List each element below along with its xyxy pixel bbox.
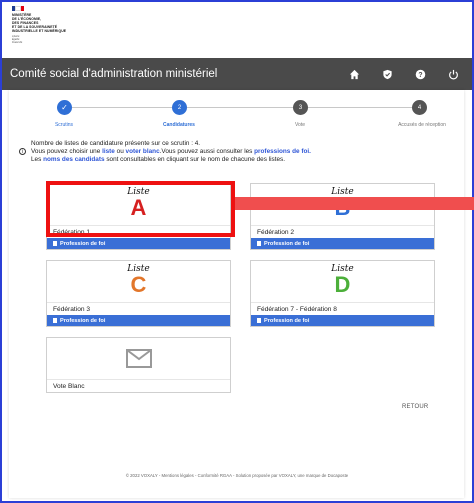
info-icon: i bbox=[19, 148, 26, 155]
highlight-box bbox=[46, 181, 235, 237]
list-letter: C bbox=[130, 272, 147, 297]
list-card-c[interactable]: Liste C Fédération 3 Profession de foi bbox=[46, 260, 231, 327]
text: .Vous pouvez aussi consulter les bbox=[159, 148, 255, 155]
text: Vous pouvez choisir une bbox=[31, 148, 103, 155]
step-label-scrutins[interactable]: Scrutins bbox=[29, 122, 99, 128]
text: sont consultables en cliquant sur le nom… bbox=[104, 156, 286, 163]
motto-line: Fraternité bbox=[12, 41, 23, 44]
list-name[interactable]: Fédération 3 bbox=[47, 302, 230, 315]
envelope-icon bbox=[125, 349, 152, 368]
liste-link[interactable]: liste bbox=[102, 148, 115, 155]
pdf-label: Profession de foi bbox=[60, 317, 106, 324]
list-card-d[interactable]: Liste D Fédération 7 - Fédération 8 Prof… bbox=[250, 260, 435, 327]
step-label-accuses: Accusés de réception bbox=[398, 122, 446, 128]
pdf-icon bbox=[257, 318, 261, 323]
step-label-candidatures[interactable]: Candidatures bbox=[144, 122, 214, 128]
profession-de-foi-button[interactable]: Profession de foi bbox=[251, 238, 434, 249]
app-header: Comité social d'administration ministéri… bbox=[2, 58, 472, 90]
pdf-label: Profession de foi bbox=[264, 240, 310, 247]
profession-de-foi-button[interactable]: Profession de foi bbox=[251, 315, 434, 326]
professions-de-foi-link[interactable]: professions de foi. bbox=[254, 148, 311, 155]
power-icon[interactable] bbox=[446, 67, 460, 81]
candidates-text: Les noms des candidats sont consultables… bbox=[31, 156, 451, 164]
step-connector bbox=[72, 107, 172, 108]
choice-text: Vous pouvez choisir une liste ou voter b… bbox=[31, 148, 451, 156]
help-icon[interactable]: ? bbox=[413, 67, 427, 81]
list-count-text: Nombre de listes de candidature présente… bbox=[31, 140, 201, 147]
step-label-vote: Vote bbox=[294, 122, 305, 128]
list-card-b[interactable]: Liste B Fédération 2 Profession de foi bbox=[250, 183, 435, 250]
logo-motto: Liberté Égalité Fraternité bbox=[12, 35, 66, 44]
pointer-arrow bbox=[235, 197, 474, 210]
list-c-image[interactable]: Liste C bbox=[47, 261, 230, 302]
step-2-circle[interactable]: 2 bbox=[172, 100, 187, 115]
profession-de-foi-button[interactable]: Profession de foi bbox=[47, 238, 230, 249]
text: ou bbox=[114, 148, 126, 155]
pdf-label: Profession de foi bbox=[264, 317, 310, 324]
step-connector bbox=[187, 107, 293, 108]
footer-text: © 2022 VOXALY - Mentions légales - Confo… bbox=[125, 473, 349, 478]
shield-icon[interactable] bbox=[380, 67, 394, 81]
step-3-circle: 3 bbox=[293, 100, 308, 115]
voter-blanc-link[interactable]: voter blanc bbox=[126, 148, 160, 155]
flag-icon bbox=[12, 6, 24, 11]
svg-text:?: ? bbox=[418, 71, 422, 78]
list-letter: D bbox=[334, 272, 351, 297]
step-1-check-icon[interactable]: ✓ bbox=[57, 100, 72, 115]
text: Les bbox=[31, 156, 44, 163]
page-title: Comité social d'administration ministéri… bbox=[10, 68, 218, 80]
list-name[interactable]: Fédération 7 - Fédération 8 bbox=[251, 302, 434, 315]
list-name[interactable]: Fédération 2 bbox=[251, 225, 434, 238]
pdf-icon bbox=[257, 241, 261, 246]
vote-blanc-card[interactable]: Vote Blanc bbox=[46, 337, 231, 393]
step-4-circle: 4 bbox=[412, 100, 427, 115]
ministry-logo: MINISTÈRE DE L'ÉCONOMIE, DES FINANCES ET… bbox=[12, 6, 66, 44]
main-content: ✓ 2 3 4 Scrutins Candidatures Vote Accus… bbox=[9, 90, 464, 498]
pdf-label: Profession de foi bbox=[60, 240, 106, 247]
step-connector bbox=[308, 107, 412, 108]
info-message: i Nombre de listes de candidature présen… bbox=[19, 140, 451, 164]
pdf-icon bbox=[53, 241, 57, 246]
logo-line: INDUSTRIELLE ET NUMÉRIQUE bbox=[12, 29, 67, 33]
list-d-image[interactable]: Liste D bbox=[251, 261, 434, 302]
home-icon[interactable] bbox=[347, 67, 361, 81]
retour-button[interactable]: RETOUR bbox=[402, 404, 428, 410]
pdf-icon bbox=[53, 318, 57, 323]
vote-blanc-label[interactable]: Vote Blanc bbox=[47, 379, 230, 392]
vote-blanc-image[interactable] bbox=[47, 338, 230, 379]
noms-candidats-link[interactable]: noms des candidats bbox=[43, 156, 104, 163]
profession-de-foi-button[interactable]: Profession de foi bbox=[47, 315, 230, 326]
